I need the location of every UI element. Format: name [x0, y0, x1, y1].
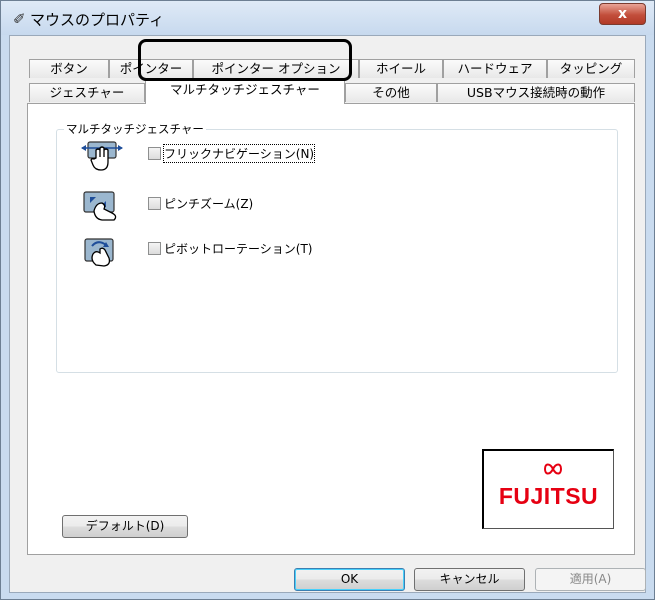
pinch-zoom-checkbox[interactable]	[148, 197, 161, 210]
fujitsu-logo-box: FUJITSU	[482, 449, 614, 529]
tab-buttons[interactable]: ボタン	[29, 59, 109, 78]
apply-button[interactable]: 適用(A)	[535, 568, 646, 591]
window-title: マウスのプロパティ	[30, 11, 165, 29]
mouse-icon: ✐	[13, 10, 26, 28]
tab-content-panel: マルチタッチジェスチャー フリックナビゲーション(N) ピンチズーム(Z) ピボ…	[27, 103, 635, 555]
fujitsu-infinity-mark-icon	[544, 463, 562, 475]
cancel-button[interactable]: キャンセル	[414, 568, 525, 591]
pivot-rotation-checkbox[interactable]	[148, 242, 161, 255]
tab-gesture[interactable]: ジェスチャー	[29, 83, 145, 102]
mouse-properties-window: ✐ マウスのプロパティ x ボタン ポインター ポインター オプション ホイール…	[0, 0, 655, 600]
tab-wheel[interactable]: ホイール	[359, 59, 443, 78]
tab-pointer[interactable]: ポインター	[109, 59, 193, 78]
tab-hardware[interactable]: ハードウェア	[443, 59, 547, 78]
title-bar[interactable]: ✐ マウスのプロパティ x	[1, 1, 654, 35]
tab-other[interactable]: その他	[345, 83, 437, 102]
multitouch-gesture-group	[56, 129, 618, 373]
flick-navigation-icon	[81, 141, 123, 171]
group-title: マルチタッチジェスチャー	[64, 121, 206, 137]
tab-pointer-options[interactable]: ポインター オプション	[193, 59, 359, 78]
close-button[interactable]: x	[599, 3, 646, 25]
flick-navigation-checkbox[interactable]	[148, 147, 161, 160]
tab-multitouch-gesture[interactable]: マルチタッチジェスチャー	[145, 80, 345, 104]
pivot-rotation-label[interactable]: ピボットローテーション(T)	[164, 240, 312, 257]
pinch-zoom-icon	[83, 191, 117, 221]
tab-usb-mouse-behavior[interactable]: USBマウス接続時の動作	[437, 83, 635, 102]
ok-button[interactable]: OK	[294, 568, 405, 591]
tab-tapping[interactable]: タッピング	[547, 59, 635, 78]
pivot-rotation-icon	[84, 238, 114, 267]
pinch-zoom-label[interactable]: ピンチズーム(Z)	[164, 195, 253, 212]
flick-navigation-label[interactable]: フリックナビゲーション(N)	[162, 144, 316, 163]
fujitsu-logo: FUJITSU	[498, 483, 599, 509]
default-button[interactable]: デフォルト(D)	[62, 515, 188, 538]
